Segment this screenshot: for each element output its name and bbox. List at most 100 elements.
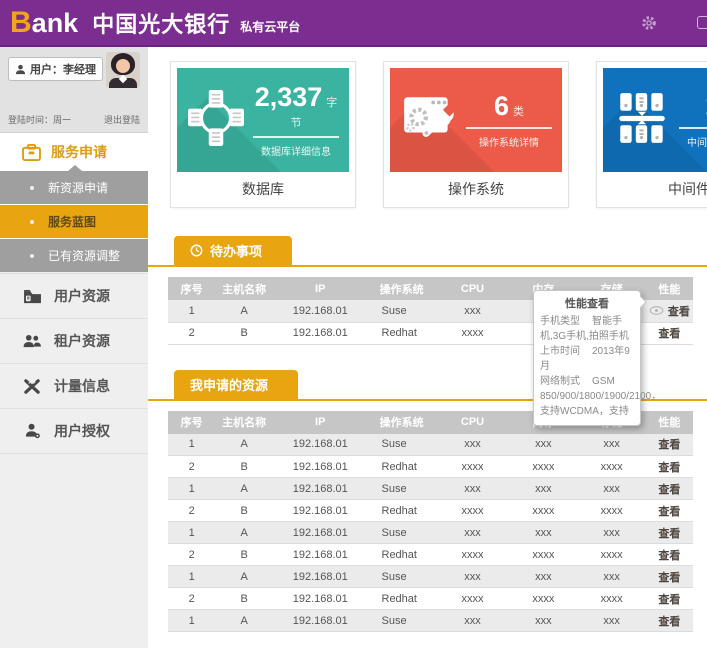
view-link[interactable]: 查看 bbox=[658, 506, 680, 518]
view-link[interactable]: 查看 bbox=[658, 594, 680, 606]
cell-storage: xxxx bbox=[578, 588, 646, 610]
applied-section-title: 我申请的资源 bbox=[190, 375, 268, 394]
tooltip-spec-line: 网络制式GSM 850/900/1800/1900/2100，支持WCDMA，支… bbox=[540, 374, 634, 419]
database-detail-link[interactable]: 数据库详细信息 bbox=[253, 143, 339, 158]
cell-cpu: xxx bbox=[436, 478, 510, 500]
view-link[interactable]: 查看 bbox=[658, 528, 680, 540]
view-link[interactable]: 查看 bbox=[668, 306, 690, 318]
card-database: 2,337字节 数据库详细信息 数据库 bbox=[170, 61, 356, 208]
table-row: 1 A 192.168.01 Suse xxx xxx xxx 查看 bbox=[168, 434, 693, 456]
applied-tab: 我申请的资源 bbox=[174, 370, 298, 399]
os-tile[interactable]: 6类 操作系统详情 bbox=[390, 68, 562, 172]
sidebar-item-label: 服务申请 bbox=[51, 142, 107, 162]
submenu-label: 新资源申请 bbox=[48, 179, 108, 196]
cell-host: B bbox=[215, 500, 273, 522]
os-detail-link[interactable]: 操作系统详情 bbox=[466, 134, 552, 149]
view-link[interactable]: 查看 bbox=[658, 484, 680, 496]
sidebar-item-user-resources[interactable]: 用户资源 bbox=[0, 273, 148, 319]
col-header-perf: 性能 bbox=[646, 411, 693, 434]
col-header-cpu: CPU bbox=[436, 277, 510, 300]
bullet-icon bbox=[30, 186, 34, 190]
cell-no: 1 bbox=[168, 566, 215, 588]
cell-ip: 192.168.01 bbox=[273, 500, 368, 522]
cell-storage: xxx bbox=[578, 434, 646, 456]
os-unit: 类 bbox=[513, 106, 524, 118]
logo-rest: ank bbox=[32, 8, 79, 38]
col-header-ip: IP bbox=[273, 277, 368, 300]
cell-os: Suse bbox=[368, 522, 436, 544]
sidebar: 用户：李经理 登陆时间：周一 退出登陆 服务申请 新资源申请 服务蓝图 已有资源… bbox=[0, 47, 148, 648]
view-link[interactable]: 查看 bbox=[658, 616, 680, 628]
cell-host: A bbox=[215, 300, 273, 322]
cell-cpu: xxxx bbox=[436, 588, 510, 610]
cell-os: Redhat bbox=[368, 588, 436, 610]
sidebar-item-tenant-resources[interactable]: 租户资源 bbox=[0, 319, 148, 364]
database-tile[interactable]: 2,337字节 数据库详细信息 bbox=[177, 68, 349, 172]
cell-cpu: xxx bbox=[436, 610, 510, 632]
logout-link[interactable]: 退出登陆 bbox=[104, 113, 140, 126]
cell-os: Redhat bbox=[368, 456, 436, 478]
cell-no: 1 bbox=[168, 522, 215, 544]
cell-no: 1 bbox=[168, 610, 215, 632]
applied-table: 序号 主机名称 IP 操作系统 CPU 内存 存储 性能 1 A 192.168… bbox=[168, 411, 693, 633]
cell-ip: 192.168.01 bbox=[273, 610, 368, 632]
cell-ip: 192.168.01 bbox=[273, 566, 368, 588]
os-wrench-icon bbox=[400, 89, 462, 152]
sidebar-item-adjust-resource[interactable]: 已有资源调整 bbox=[0, 239, 148, 272]
cell-host: B bbox=[215, 456, 273, 478]
cell-os: Suse bbox=[368, 300, 436, 322]
col-header-perf: 性能 bbox=[646, 277, 693, 300]
cell-host: A bbox=[215, 434, 273, 456]
user-key-icon bbox=[22, 422, 42, 440]
cell-host: B bbox=[215, 544, 273, 566]
todo-section-header: 待办事项 bbox=[148, 236, 707, 267]
sidebar-item-new-resource[interactable]: 新资源申请 bbox=[0, 171, 148, 204]
cell-host: A bbox=[215, 478, 273, 500]
view-link[interactable]: 查看 bbox=[658, 550, 680, 562]
middleware-tile[interactable]: 12 中间件详细信息 bbox=[603, 68, 707, 172]
cell-mem: xxx bbox=[509, 434, 577, 456]
col-header-cpu: CPU bbox=[436, 411, 510, 434]
bullet-icon bbox=[30, 220, 34, 224]
gear-icon[interactable] bbox=[641, 15, 657, 31]
cell-perf: 查看 bbox=[646, 456, 693, 478]
database-count: 2,337 bbox=[255, 82, 323, 112]
cell-os: Redhat bbox=[368, 500, 436, 522]
summary-cards: 2,337字节 数据库详细信息 数据库 bbox=[148, 47, 707, 208]
cell-cpu: xxx bbox=[436, 566, 510, 588]
middleware-detail-link[interactable]: 中间件详细信息 bbox=[679, 134, 707, 149]
cell-os: Redhat bbox=[368, 322, 436, 344]
cell-cpu: xxx bbox=[436, 300, 510, 322]
sidebar-item-metering-info[interactable]: 计量信息 bbox=[0, 364, 148, 409]
cell-mem: xxx bbox=[509, 610, 577, 632]
cell-no: 2 bbox=[168, 500, 215, 522]
cell-os: Suse bbox=[368, 478, 436, 500]
cell-no: 1 bbox=[168, 478, 215, 500]
cell-host: A bbox=[215, 522, 273, 544]
user-box: 用户：李经理 bbox=[8, 57, 103, 81]
cell-cpu: xxxx bbox=[436, 500, 510, 522]
table-row: 2 B 192.168.01 Redhat xxxx xxxx xxxx 查看 bbox=[168, 500, 693, 522]
view-link[interactable]: 查看 bbox=[658, 439, 680, 451]
tooltip-spec-line: 上市时间2013年9月 bbox=[540, 344, 634, 374]
table-row: 2 B 192.168.01 Redhat xxxx xxxx xxxx 查看 bbox=[168, 456, 693, 478]
eye-icon[interactable] bbox=[649, 306, 664, 318]
sidebar-item-service-blueprint[interactable]: 服务蓝图 bbox=[0, 205, 148, 238]
message-icon[interactable] bbox=[697, 16, 707, 29]
view-link[interactable]: 查看 bbox=[658, 462, 680, 474]
view-link[interactable]: 查看 bbox=[658, 572, 680, 584]
main-content: 2,337字节 数据库详细信息 数据库 bbox=[148, 47, 707, 648]
submenu-label: 服务蓝图 bbox=[48, 213, 96, 230]
cell-mem: xxxx bbox=[509, 544, 577, 566]
cell-perf: 查看 bbox=[646, 522, 693, 544]
sidebar-item-user-authorization[interactable]: 用户授权 bbox=[0, 409, 148, 454]
cell-perf: 查看 bbox=[646, 322, 693, 344]
cell-cpu: xxxx bbox=[436, 544, 510, 566]
middleware-card-title: 中间件 bbox=[603, 172, 707, 201]
middleware-icon bbox=[613, 89, 675, 152]
cell-cpu: xxxx bbox=[436, 456, 510, 478]
cell-no: 1 bbox=[168, 300, 215, 322]
view-link[interactable]: 查看 bbox=[658, 328, 680, 340]
os-card-title: 操作系统 bbox=[390, 172, 562, 201]
cell-os: Suse bbox=[368, 610, 436, 632]
